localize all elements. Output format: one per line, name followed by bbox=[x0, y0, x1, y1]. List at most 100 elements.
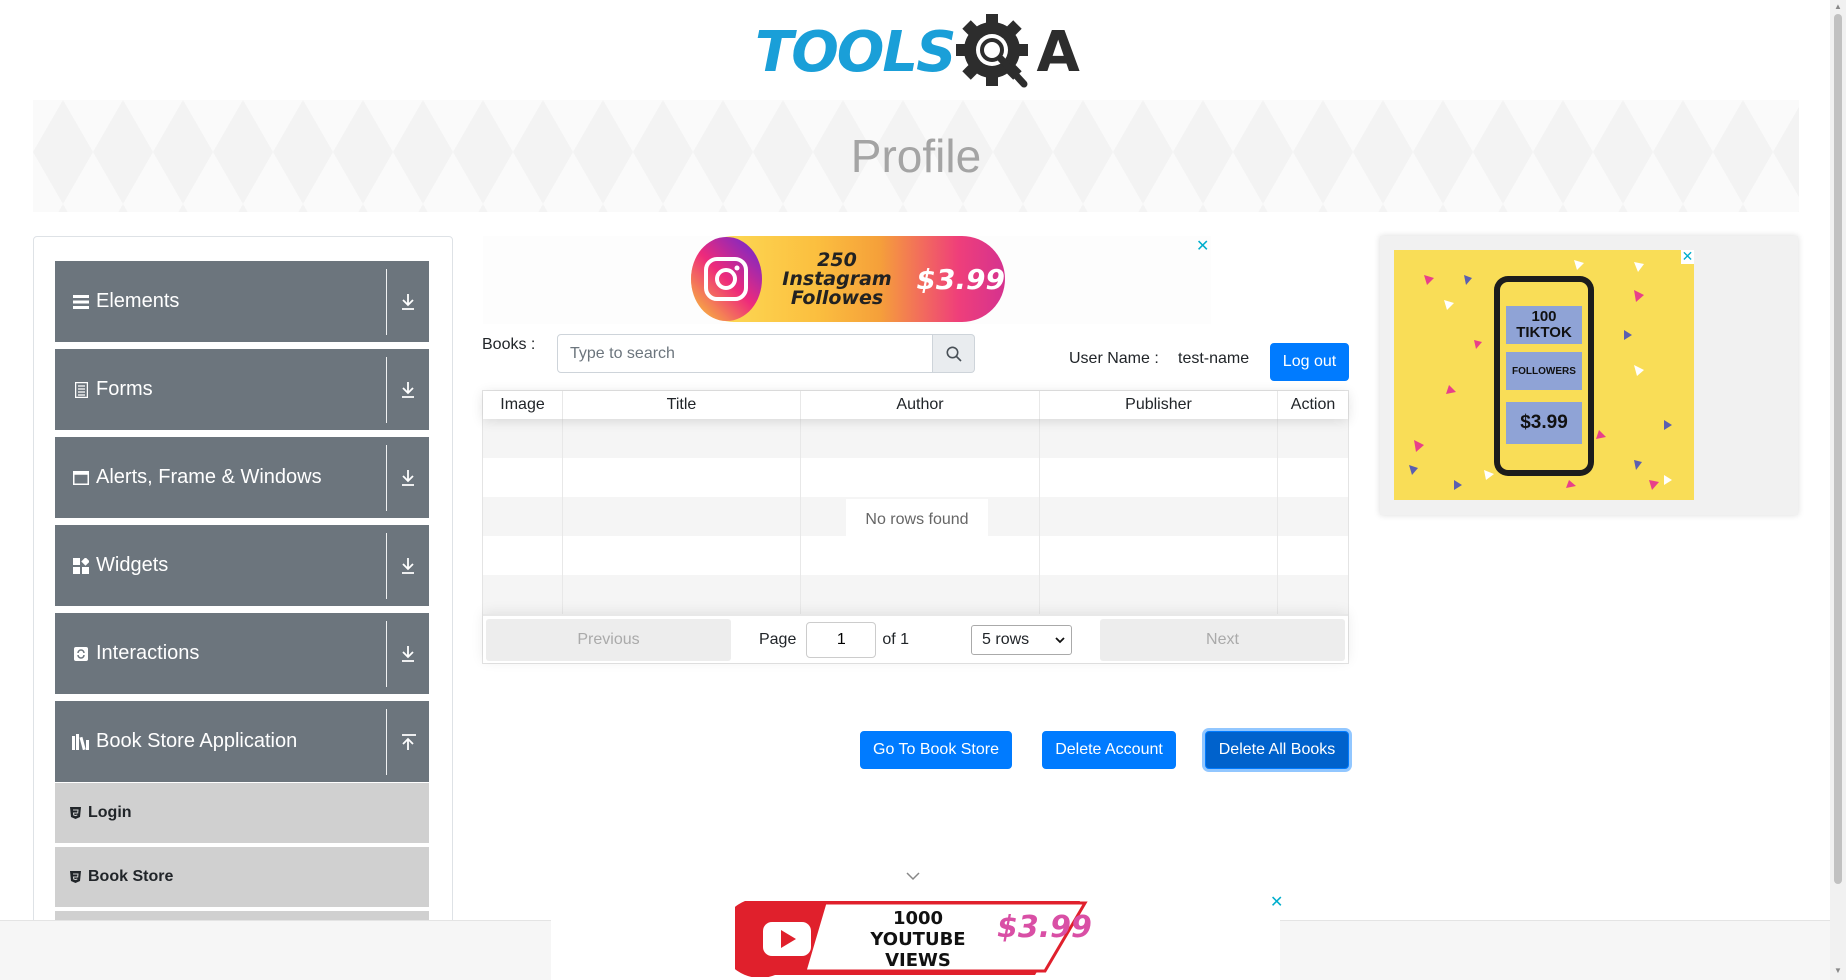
chevron-down-icon[interactable] bbox=[906, 871, 920, 881]
ad-box-followers-count: 100 TIKTOK bbox=[1506, 306, 1582, 344]
download-arrow-icon bbox=[387, 645, 429, 663]
sidebar-group-widgets[interactable]: Widgets bbox=[55, 525, 429, 606]
window-icon bbox=[72, 469, 90, 487]
page-of-label: of 1 bbox=[882, 630, 910, 648]
page-info: Page of 1 5 rows bbox=[731, 621, 1100, 658]
close-icon[interactable]: ✕ bbox=[1196, 236, 1209, 255]
close-icon[interactable]: ✕ bbox=[1270, 892, 1283, 911]
sidebar-group-forms[interactable]: Forms bbox=[55, 349, 429, 430]
tiktok-ad[interactable]: 100 TIKTOK FOLLOWERS $3.99 ✕ bbox=[1394, 250, 1694, 500]
ad-price: $3.99 bbox=[997, 910, 1092, 945]
sidebar-group-elements[interactable]: Elements bbox=[55, 261, 429, 342]
download-arrow-icon bbox=[387, 293, 429, 311]
sidebar-item-label: Book Store bbox=[88, 868, 174, 885]
go-to-book-store-button[interactable]: Go To Book Store bbox=[860, 731, 1012, 769]
page-scrollbar[interactable]: ▲ ▼ bbox=[1830, 0, 1846, 980]
phone-illustration: 100 TIKTOK FOLLOWERS $3.99 bbox=[1494, 276, 1594, 476]
sidebar-group-label: Forms bbox=[96, 378, 153, 400]
download-arrow-icon bbox=[387, 557, 429, 575]
document-icon bbox=[72, 381, 90, 399]
instagram-ad[interactable]: 250 Instagram Followes $3.99 ✕ bbox=[483, 236, 1211, 324]
widgets-icon bbox=[72, 557, 90, 575]
download-arrow-icon bbox=[387, 469, 429, 487]
ad-text-line: YOUTUBE VIEWS bbox=[870, 929, 966, 971]
table-header: Image Title Author Publisher Action bbox=[483, 391, 1348, 419]
logo-text: TOOLS bbox=[755, 20, 956, 85]
divider bbox=[386, 356, 387, 423]
sidebar-group-label: Book Store Application bbox=[96, 730, 298, 752]
left-sidebar: Elements Forms Alerts, Frame & Windows W… bbox=[33, 236, 453, 980]
table-row bbox=[483, 419, 1348, 458]
column-header-title[interactable]: Title bbox=[563, 391, 801, 419]
books-table: Image Title Author Publisher Action No r… bbox=[482, 390, 1349, 664]
sidebar-group-label: Interactions bbox=[96, 642, 200, 664]
logout-button[interactable]: Log out bbox=[1270, 343, 1349, 381]
chevron-down-icon bbox=[1055, 636, 1065, 643]
sidebar-item-book-store[interactable]: Book Store bbox=[55, 846, 429, 907]
youtube-ad-text: 1000 YOUTUBE VIEWS bbox=[858, 908, 978, 971]
delete-all-books-button[interactable]: Delete All Books bbox=[1205, 731, 1349, 769]
page-banner: Profile bbox=[33, 100, 1799, 212]
search-icon bbox=[946, 346, 962, 362]
logo-letter: A bbox=[1036, 20, 1080, 85]
search-box bbox=[557, 334, 975, 373]
logo-gear-magnifier-icon bbox=[956, 14, 1029, 88]
next-button[interactable]: Next bbox=[1100, 618, 1345, 661]
ad-text-line: 250 Instagram bbox=[782, 248, 892, 290]
username-value: test-name bbox=[1178, 350, 1250, 367]
table-row bbox=[483, 458, 1348, 497]
interactions-icon bbox=[72, 645, 90, 663]
books-label: Books : bbox=[482, 334, 536, 356]
sidebar-group-label: Elements bbox=[96, 290, 180, 312]
sidebar-group-book-store[interactable]: Book Store Application bbox=[55, 701, 429, 782]
sidebar-item-login[interactable]: Login bbox=[55, 782, 429, 843]
scroll-up-arrow-icon[interactable]: ▲ bbox=[1834, 2, 1842, 11]
html5-icon bbox=[70, 807, 82, 819]
username-label: User Name : bbox=[1069, 350, 1159, 367]
ad-box-followers: FOLLOWERS bbox=[1506, 352, 1582, 390]
divider bbox=[386, 444, 387, 511]
instagram-ad-image[interactable]: 250 Instagram Followes $3.99 bbox=[691, 236, 1005, 322]
sidebar-group-interactions[interactable]: Interactions bbox=[55, 613, 429, 694]
ad-text-line: 1000 bbox=[892, 908, 944, 929]
scroll-thumb[interactable] bbox=[1834, 14, 1842, 884]
page-label: Page bbox=[758, 630, 797, 648]
rows-per-page-value: 5 rows bbox=[982, 630, 1030, 648]
books-label-text: Books : bbox=[482, 336, 536, 353]
previous-button[interactable]: Previous bbox=[486, 618, 731, 661]
upload-arrow-icon bbox=[387, 733, 429, 751]
html5-icon bbox=[70, 871, 82, 883]
column-header-publisher[interactable]: Publisher bbox=[1040, 391, 1278, 419]
sidebar-item-label: Login bbox=[88, 804, 132, 821]
table-row bbox=[483, 536, 1348, 575]
divider bbox=[386, 620, 387, 687]
table-row bbox=[483, 575, 1348, 614]
youtube-ad[interactable]: 1000 YOUTUBE VIEWS $3.99 ✕ bbox=[551, 892, 1283, 980]
instagram-icon bbox=[691, 237, 762, 321]
close-icon[interactable]: ✕ bbox=[1681, 250, 1694, 264]
hamburger-icon bbox=[72, 293, 90, 311]
divider bbox=[386, 268, 387, 335]
divider bbox=[386, 532, 387, 599]
ad-text-line: Followes bbox=[790, 286, 884, 309]
download-arrow-icon bbox=[387, 381, 429, 399]
search-input[interactable] bbox=[557, 334, 933, 373]
instagram-ad-text: 250 Instagram Followes bbox=[772, 248, 903, 309]
delete-account-button[interactable]: Delete Account bbox=[1042, 731, 1176, 769]
rows-per-page-select[interactable]: 5 rows bbox=[971, 624, 1073, 655]
scroll-down-arrow-icon[interactable]: ▼ bbox=[1834, 966, 1842, 975]
sidebar-group-label: Widgets bbox=[96, 554, 169, 576]
toolsqa-logo[interactable]: TOOLS A bbox=[755, 14, 1080, 92]
sidebar-group-alerts[interactable]: Alerts, Frame & Windows bbox=[55, 437, 429, 518]
ad-price: $3.99 bbox=[916, 262, 1005, 296]
column-header-author[interactable]: Author bbox=[801, 391, 1040, 419]
column-header-action[interactable]: Action bbox=[1278, 391, 1348, 419]
table-body: No rows found bbox=[483, 419, 1348, 614]
page-number-input[interactable] bbox=[806, 621, 877, 658]
pagination: Previous Page of 1 5 rows Next bbox=[483, 614, 1348, 663]
divider bbox=[386, 708, 387, 775]
column-header-image[interactable]: Image bbox=[483, 391, 563, 419]
search-button[interactable] bbox=[933, 334, 975, 373]
page-title: Profile bbox=[850, 130, 982, 182]
no-rows-message: No rows found bbox=[846, 499, 988, 541]
